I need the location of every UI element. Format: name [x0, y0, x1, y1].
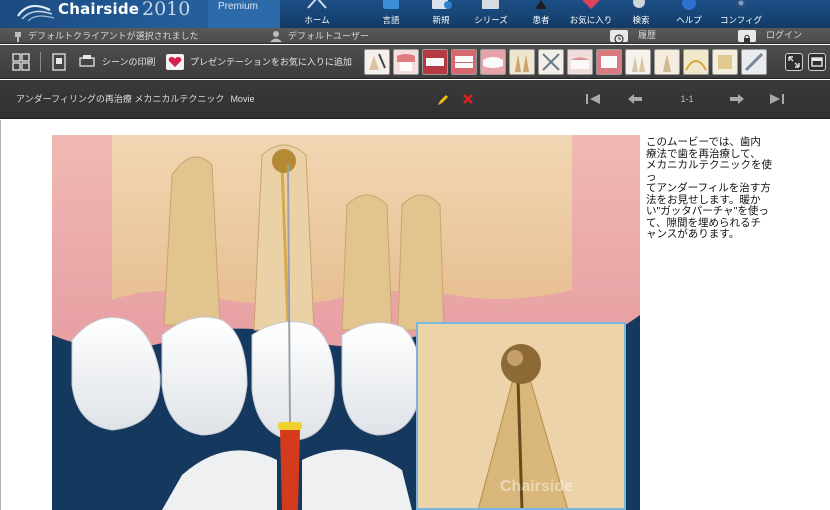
fullscreen-icon [788, 56, 800, 68]
search-icon [633, 0, 645, 8]
delete-icon[interactable] [462, 93, 474, 105]
scene-thumbnail[interactable] [625, 49, 651, 75]
scene-thumbnail[interactable] [712, 49, 738, 75]
nav-search-label: 検索 [632, 15, 650, 25]
nav-language-button[interactable]: 言語 [366, 0, 416, 28]
lock-icon [738, 30, 756, 43]
add-presentation-favorites-button[interactable]: プレゼンテーションをお気に入りに追加 [190, 45, 352, 79]
grid-view-icon[interactable] [12, 53, 30, 71]
nav-series-label: シリーズ [474, 15, 508, 25]
chairside-watermark: Chairside [500, 478, 573, 495]
movie-description: このムービーでは、歯内 療法で歯を再治療して、 メカニカルテクニックを使っ てア… [646, 136, 772, 240]
client-status-label: デフォルトクライアントが選択されました [28, 31, 199, 41]
nav-config-button[interactable]: コンフィグ [716, 0, 766, 28]
document-icon[interactable] [50, 53, 68, 71]
content-border [0, 120, 1, 510]
favorites-icon [582, 0, 600, 9]
config-icon [735, 0, 747, 9]
window-mode-button[interactable] [808, 53, 826, 71]
nav-language-label: 言語 [382, 15, 400, 25]
login-button[interactable]: ログイン [738, 30, 818, 43]
toolbar-divider [40, 52, 41, 72]
brand-edition: Premium [208, 0, 280, 28]
help-icon [682, 0, 696, 10]
page-counter: 1-1 [680, 94, 694, 104]
patient-icon [535, 0, 547, 9]
scene-thumbnail[interactable] [741, 49, 767, 75]
brand-area: Chairside 2010 Premium [0, 0, 280, 28]
window-mode-icon [811, 57, 823, 67]
movie-title-bar: アンダーフィリングの再治療 メカニカルテクニック Movie 1-1 [0, 80, 830, 119]
edit-pencil-icon[interactable] [436, 93, 450, 107]
nav-help-label: ヘルプ [676, 15, 702, 25]
print-scene-button[interactable]: シーンの印刷 [102, 45, 156, 79]
scene-thumbnail[interactable] [451, 49, 477, 75]
next-page-icon[interactable] [728, 93, 746, 105]
last-page-icon[interactable] [768, 93, 786, 105]
user-status: デフォルトユーザー [270, 28, 369, 44]
scene-thumbnail[interactable] [567, 49, 593, 75]
nav-home-label: ホーム [304, 15, 330, 25]
new-icon [432, 0, 452, 9]
login-label: ログイン [766, 30, 803, 40]
first-page-icon[interactable] [584, 93, 602, 105]
clock-icon [610, 30, 628, 44]
user-status-label: デフォルトユーザー [288, 31, 369, 41]
scene-thumbnail[interactable] [393, 49, 419, 75]
movie-title: アンダーフィリングの再治療 メカニカルテクニック Movie [16, 80, 254, 119]
scene-thumbnail[interactable] [596, 49, 622, 75]
app-window: Chairside 2010 Premium ホーム 言語 新規 シリーズ 患者… [0, 0, 830, 510]
scene-thumbnail[interactable] [654, 49, 680, 75]
nav-new-label: 新規 [432, 15, 450, 25]
scene-thumbnail[interactable] [422, 49, 448, 75]
nav-help-button[interactable]: ヘルプ [664, 0, 714, 28]
prev-page-icon[interactable] [626, 93, 644, 105]
history-button[interactable]: 履歴 [610, 30, 720, 44]
nav-config-label: コンフィグ [719, 15, 763, 25]
client-status: デフォルトクライアントが選択されました [14, 28, 199, 44]
nav-new-button[interactable]: 新規 [416, 0, 466, 28]
series-icon [482, 0, 499, 9]
nav-search-button[interactable]: 検索 [616, 0, 666, 28]
brand-year: 2010 [142, 0, 191, 20]
client-pin-icon [15, 31, 21, 42]
toolbar: シーンの印刷 プレゼンテーションをお気に入りに追加 [0, 45, 830, 79]
fullscreen-button[interactable] [785, 53, 803, 71]
heart-icon[interactable] [166, 53, 184, 71]
scene-thumbnail[interactable] [683, 49, 709, 75]
nav-favorites-button[interactable]: お気に入り [566, 0, 616, 28]
chairside-logo-icon [17, 4, 55, 22]
print-icon[interactable] [78, 53, 96, 71]
top-nav-bar: Chairside 2010 Premium ホーム 言語 新規 シリーズ 患者… [0, 0, 830, 28]
user-icon [270, 31, 282, 43]
language-icon [383, 0, 399, 9]
scene-thumbnail[interactable] [364, 49, 390, 75]
home-icon [307, 0, 327, 9]
scene-thumbnail[interactable] [480, 49, 506, 75]
scene-thumbnail[interactable] [509, 49, 535, 75]
scene-thumbnail[interactable] [538, 49, 564, 75]
nav-patient-label: 患者 [532, 15, 550, 25]
nav-series-button[interactable]: シリーズ [466, 0, 516, 28]
movie-title-text: アンダーフィリングの再治療 メカニカルテクニック [16, 94, 225, 104]
nav-favorites-label: お気に入り [569, 15, 613, 25]
movie-type-label: Movie [230, 94, 255, 104]
nav-home-button[interactable]: ホーム [292, 0, 342, 28]
nav-patient-button[interactable]: 患者 [516, 0, 566, 28]
brand-name: Chairside [58, 0, 140, 18]
history-label: 履歴 [638, 30, 657, 40]
status-bar: デフォルトクライアントが選択されました デフォルトユーザー 履歴 ログイン [0, 28, 830, 44]
movie-player[interactable]: Chairside [52, 135, 640, 510]
